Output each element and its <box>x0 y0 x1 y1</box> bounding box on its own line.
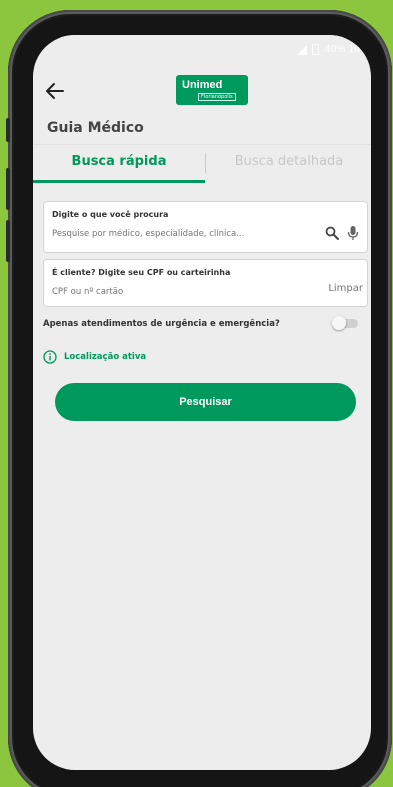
clear-button[interactable]: Limpar <box>328 283 363 294</box>
side-button-volume-up <box>6 168 10 210</box>
urgency-label: Apenas atendimentos de urgência e emergê… <box>43 319 280 329</box>
search-field: Digite o que você procura <box>43 201 368 253</box>
status-clock: 40% 10: <box>324 44 363 55</box>
logo-subtext: Florianópolis <box>198 93 236 101</box>
info-icon <box>43 350 57 364</box>
page-title: Guia Médico <box>47 120 144 136</box>
search-button[interactable]: Pesquisar <box>55 383 356 421</box>
toggle-thumb <box>332 316 346 330</box>
cpf-field-label: É cliente? Digite seu CPF ou carteirinha <box>52 268 231 277</box>
microphone-icon[interactable] <box>347 225 359 241</box>
search-field-label: Digite o que você procura <box>52 210 169 219</box>
tab-busca-detalhada[interactable]: Busca detalhada <box>207 145 371 183</box>
side-button-top <box>6 118 10 142</box>
search-icon[interactable] <box>325 226 339 240</box>
app-screen: 40% 10: Unimed Florianópolis Guia Médico… <box>33 35 371 770</box>
location-label: Localização ativa <box>64 352 147 362</box>
status-bar: 40% 10: <box>33 35 371 67</box>
side-button-volume-down <box>6 220 10 262</box>
tab-divider <box>205 153 206 173</box>
tab-busca-rapida[interactable]: Busca rápida <box>33 145 205 183</box>
back-arrow-icon[interactable] <box>43 79 67 103</box>
app-header: Unimed Florianópolis <box>33 73 371 113</box>
logo-text: Unimed <box>182 79 223 91</box>
cpf-input[interactable] <box>52 284 302 300</box>
search-input[interactable] <box>52 226 302 242</box>
battery-icon <box>312 44 319 55</box>
tab-bar: Busca rápida Busca detalhada <box>33 144 371 183</box>
urgency-toggle[interactable] <box>332 316 360 330</box>
signal-icon <box>297 45 307 55</box>
cpf-field: É cliente? Digite seu CPF ou carteirinha… <box>43 259 368 307</box>
unimed-logo: Unimed Florianópolis <box>176 75 248 105</box>
